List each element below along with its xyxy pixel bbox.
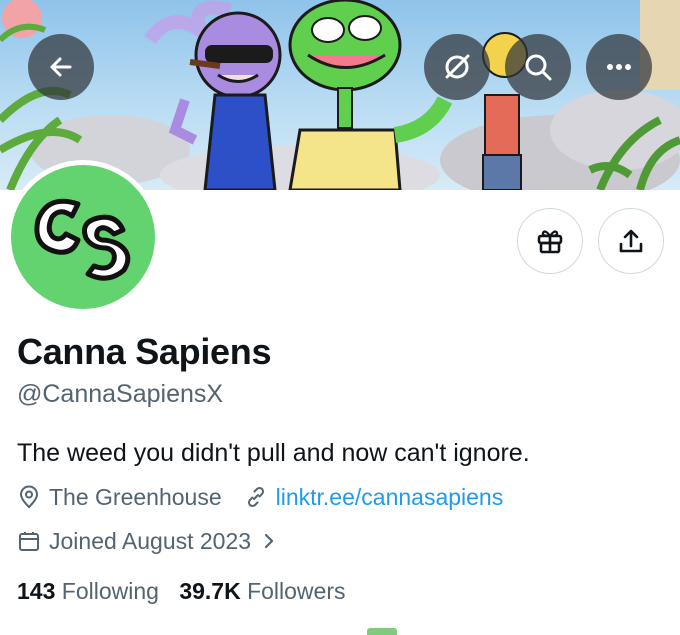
link-icon bbox=[247, 486, 264, 508]
share-button[interactable] bbox=[598, 208, 664, 274]
share-upload-icon bbox=[619, 229, 643, 253]
following-count: 143 bbox=[17, 578, 56, 604]
location-text: The Greenhouse bbox=[49, 484, 222, 510]
profile-avatar[interactable] bbox=[6, 160, 160, 314]
search-icon bbox=[525, 54, 552, 81]
next-section-peek bbox=[367, 628, 397, 635]
profile-bio: The weed you didn't pull and now can't i… bbox=[17, 439, 530, 467]
joined-text: Joined August 2023 bbox=[49, 528, 252, 554]
location-pin-icon bbox=[19, 485, 39, 509]
gift-icon bbox=[537, 230, 563, 254]
user-handle: @CannaSapiensX bbox=[17, 380, 224, 408]
following-label: Following bbox=[61, 578, 159, 604]
cs-logo-icon bbox=[34, 198, 131, 281]
followers-stat[interactable]: 39.7K Followers bbox=[179, 578, 345, 604]
slashed-circle-icon bbox=[445, 54, 470, 79]
following-stat[interactable]: 143 Following bbox=[17, 578, 159, 604]
location-item: The Greenhouse bbox=[17, 482, 222, 512]
followers-count: 39.7K bbox=[179, 578, 241, 604]
arrow-left-icon bbox=[50, 57, 72, 77]
grok-button[interactable] bbox=[424, 34, 490, 100]
followers-label: Followers bbox=[247, 578, 346, 604]
website-link[interactable]: linktr.ee/cannasapiens bbox=[276, 482, 504, 512]
profile-meta-row: The Greenhouse linktr.ee/cannasapiens bbox=[17, 482, 503, 512]
more-button[interactable] bbox=[586, 34, 652, 100]
gift-button[interactable] bbox=[517, 208, 583, 274]
search-button[interactable] bbox=[505, 34, 571, 100]
avatar-logo bbox=[11, 165, 155, 309]
website-item[interactable]: linktr.ee/cannasapiens bbox=[244, 482, 504, 512]
joined-item[interactable]: Joined August 2023 bbox=[17, 526, 279, 556]
calendar-icon bbox=[19, 532, 39, 551]
more-dots-icon bbox=[607, 64, 631, 70]
joined-row[interactable]: Joined August 2023 bbox=[17, 526, 279, 556]
follow-stats: 143 Following 39.7K Followers bbox=[17, 575, 346, 607]
chevron-right-icon bbox=[264, 533, 274, 549]
display-name: Canna Sapiens bbox=[17, 331, 272, 372]
back-button[interactable] bbox=[28, 34, 94, 100]
